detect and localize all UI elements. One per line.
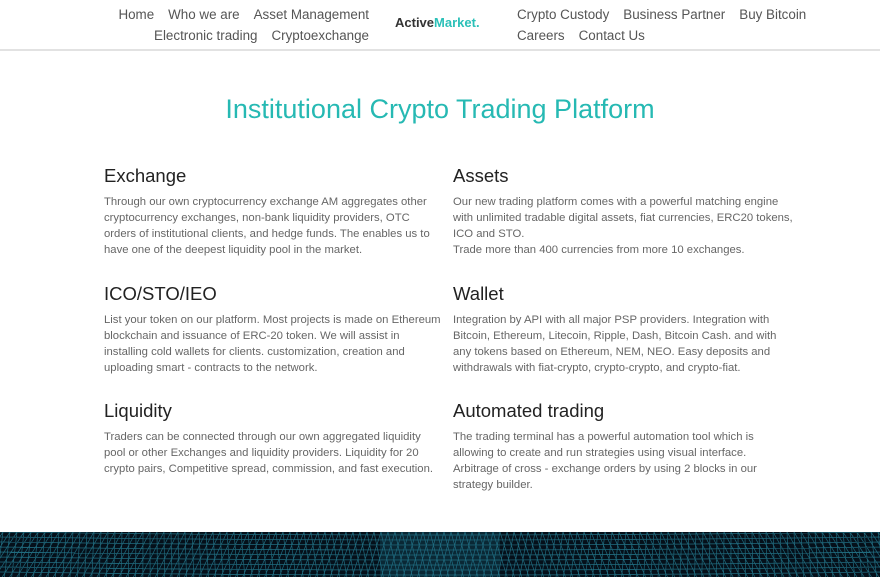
feature-heading: Liquidity <box>104 400 172 421</box>
nav-careers[interactable]: Careers <box>517 25 565 46</box>
nav-business-partner[interactable]: Business Partner <box>623 4 725 25</box>
site-header: Home Who we are Asset Management Electro… <box>0 0 880 51</box>
grid-pattern <box>0 532 880 577</box>
grid-center-glow <box>380 532 500 577</box>
feature-text: Our new trading platform comes with a po… <box>453 194 793 258</box>
feature-heading: Exchange <box>104 165 187 186</box>
logo-main: Active <box>395 15 435 30</box>
nav-contact-us[interactable]: Contact Us <box>579 25 645 46</box>
logo[interactable]: ActiveMarket. <box>395 15 480 30</box>
feature-text: The trading terminal has a powerful auto… <box>453 431 757 491</box>
feature-text: Traders can be connected through our own… <box>104 431 434 475</box>
nav-buy-bitcoin[interactable]: Buy Bitcoin <box>739 4 806 25</box>
feature-text: Integration by API with all major PSP pr… <box>453 314 777 374</box>
nav-asset-management[interactable]: Asset Management <box>254 4 369 25</box>
nav-who-we-are[interactable]: Who we are <box>168 4 239 25</box>
feature-automated-trading: Automated trading The trading terminal h… <box>453 400 793 493</box>
feature-ico-sto-ieo: ICO/STO/IEO List your token on our platf… <box>104 283 444 376</box>
grid-banner-image <box>0 532 880 577</box>
feature-text-line2: Trade more than 400 currencies from more… <box>453 244 745 256</box>
nav-crypto-custody[interactable]: Crypto Custody <box>517 4 609 25</box>
feature-text: List your token on our platform. Most pr… <box>104 314 441 374</box>
feature-heading: Wallet <box>453 283 504 304</box>
nav-electronic-trading[interactable]: Electronic trading <box>154 25 257 46</box>
feature-liquidity: Liquidity Traders can be connected throu… <box>104 400 444 477</box>
nav-left: Home Who we are Asset Management Electro… <box>9 4 369 46</box>
logo-accent: Market. <box>434 15 480 30</box>
feature-heading: Assets <box>453 165 509 186</box>
feature-heading: Automated trading <box>453 400 605 421</box>
nav-cryptoexchange[interactable]: Cryptoexchange <box>271 25 369 46</box>
feature-wallet: Wallet Integration by API with all major… <box>453 283 793 376</box>
nav-home[interactable]: Home <box>118 4 154 25</box>
feature-exchange: Exchange Through our own cryptocurrency … <box>104 165 444 258</box>
feature-heading: ICO/STO/IEO <box>104 283 217 304</box>
feature-text: Through our own cryptocurrency exchange … <box>104 196 430 256</box>
page-title: Institutional Crypto Trading Platform <box>225 94 655 124</box>
feature-assets: Assets Our new trading platform comes wi… <box>453 165 793 258</box>
feature-text-line1: Our new trading platform comes with a po… <box>453 196 793 240</box>
nav-right: Crypto Custody Business Partner Buy Bitc… <box>517 4 857 46</box>
